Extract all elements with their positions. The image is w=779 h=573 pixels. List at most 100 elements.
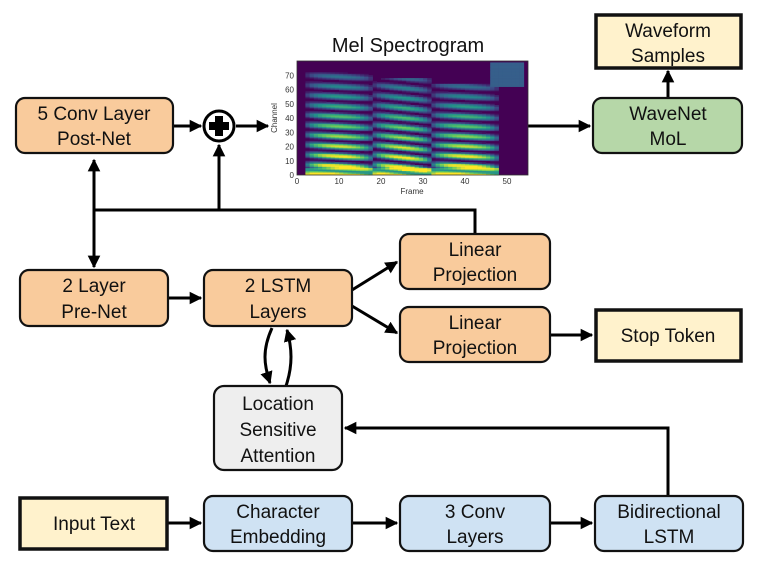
spectrogram-cell — [444, 90, 449, 93]
spectrogram-cell — [435, 120, 441, 123]
spectrogram-cell — [490, 143, 495, 146]
postnet-block: 5 Conv Layer Post-Net — [14, 96, 175, 155]
spectrogram-cell — [406, 113, 411, 116]
waveform-samples-block: Waveform Samples — [594, 13, 743, 70]
attention-label: Location — [242, 394, 314, 415]
spectrogram-cell — [313, 120, 319, 123]
spectrogram-cell — [402, 133, 407, 136]
spectrogram-cell — [397, 142, 403, 144]
spectrogram-cell — [402, 103, 407, 106]
spectrogram-cell — [343, 122, 348, 125]
spectrogram-cell — [360, 143, 365, 146]
spectrogram-cell — [389, 102, 394, 105]
spectrogram-image — [297, 61, 528, 176]
bilstm-label: LSTM — [644, 527, 695, 548]
spectrogram-cell — [393, 162, 399, 164]
spectrogram-cell — [423, 115, 428, 117]
spectrogram-cell — [427, 156, 432, 159]
spectrogram-cell — [444, 160, 449, 163]
spectrogram-cell — [486, 153, 491, 156]
spectrogram-cell — [372, 130, 378, 133]
spectrogram-cell — [347, 92, 352, 95]
spectrogram-cell — [473, 83, 478, 86]
spectrogram-cell — [318, 110, 323, 113]
spectrogram-cell — [431, 83, 436, 86]
spectrogram-cell — [347, 102, 352, 105]
spectrogram-cell — [494, 123, 499, 126]
spectrogram-cell — [469, 142, 474, 144]
spectrogram-cell — [347, 152, 352, 154]
spectrogram-cell — [402, 113, 407, 116]
spectrogram-cell — [326, 160, 331, 163]
spectrogram-cell — [456, 142, 462, 144]
spectrogram-cell — [406, 133, 411, 136]
spectrogram-cell — [326, 120, 331, 123]
spectrogram-cell — [339, 102, 344, 105]
x-tick-label: 20 — [377, 177, 386, 186]
spectrogram-cell — [339, 112, 344, 115]
spectrogram-cell — [347, 112, 352, 115]
spectrogram-cell — [347, 122, 352, 125]
linear1-label: Projection — [433, 265, 518, 286]
spectrogram-cell — [305, 160, 310, 163]
spectrogram-cell — [456, 150, 462, 153]
spectrogram-cell — [452, 150, 457, 153]
spectrogram-cell — [444, 130, 449, 133]
spectrogram-cell — [318, 120, 323, 123]
spectrogram-cell — [372, 150, 378, 153]
mel-spectrogram: Mel Spectrogram 0 10 20 30 40 50 0 10 20 30 40 50 6… — [270, 35, 529, 196]
spectrogram-cell — [502, 62, 508, 65]
spectrogram-cell — [490, 163, 495, 166]
spectrogram-cell — [477, 152, 483, 154]
spectrogram-cell — [385, 92, 390, 95]
spectrogram-cell — [305, 100, 310, 103]
spectrogram-cell — [364, 133, 369, 136]
spectrogram-cell — [326, 150, 331, 153]
spectrogram-cell — [385, 160, 390, 163]
spectrogram-cell — [406, 163, 411, 166]
spectrogram-cell — [481, 123, 487, 126]
spectrogram-cell — [410, 105, 415, 107]
spectrogram-cell — [360, 83, 365, 86]
spectrogram-cell — [385, 132, 390, 134]
spectrogram-cell — [364, 103, 369, 106]
spectrogram-cell — [494, 113, 499, 116]
spectrogram-cell — [456, 83, 462, 86]
spectrogram-cell — [410, 78, 415, 80]
attention-block: Location Sensitive Attention — [212, 384, 344, 472]
spectrogram-cell — [406, 123, 411, 126]
spectrogram-cell — [397, 78, 403, 80]
spectrogram-cell — [381, 160, 386, 163]
spectrogram-cell — [389, 112, 394, 115]
spectrogram-cell — [494, 143, 499, 146]
spectrogram-cell — [477, 93, 483, 96]
spectrogram-cell — [414, 165, 420, 167]
spectrogram-cell — [431, 130, 436, 133]
spectrogram-cell — [322, 130, 327, 133]
spectrogram-cell — [305, 110, 310, 113]
spectrogram-cell — [334, 112, 340, 115]
spectrogram-cell — [481, 132, 487, 134]
spectrogram-cell — [322, 160, 327, 163]
spectrogram-cell — [439, 150, 445, 153]
spectrogram-cell — [418, 105, 424, 107]
spectrogram-cell — [385, 102, 390, 105]
spectrogram-cell — [318, 100, 323, 103]
spectrogram-cell — [427, 106, 432, 109]
spectrogram-cell — [456, 132, 462, 134]
spectrogram-cell — [452, 140, 457, 143]
spectrogram-cell — [347, 162, 352, 164]
spectrogram-cell — [368, 85, 373, 87]
spectrogram-cell — [343, 132, 348, 134]
spectrogram-cell — [389, 162, 394, 164]
postnet-label: 5 Conv Layer — [37, 104, 151, 125]
spectrogram-cell — [326, 140, 331, 143]
spectrogram-cell — [469, 162, 474, 164]
spectrogram-cell — [414, 85, 420, 87]
postnet-label: Post-Net — [57, 129, 132, 150]
spectrogram-cell — [456, 160, 462, 163]
spectrogram-cell — [431, 90, 436, 93]
spectrogram-cell — [376, 90, 382, 93]
prenet-block: 2 Layer Pre-Net — [18, 268, 170, 328]
spectrogram-cell — [452, 102, 457, 105]
